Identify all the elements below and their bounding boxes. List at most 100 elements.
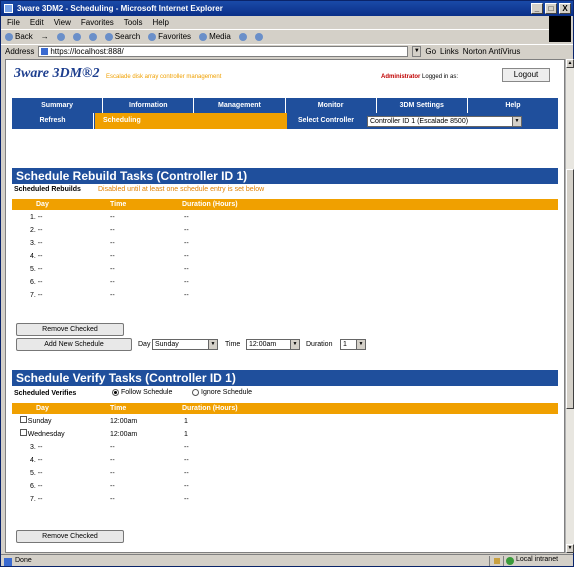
time-select[interactable]: 12:00am ▼ — [246, 339, 300, 350]
refresh-browser-button[interactable] — [72, 30, 81, 43]
table-row: 3. -- -- -- — [12, 238, 558, 250]
nav-summary[interactable]: Summary — [12, 98, 104, 113]
maximize-button[interactable]: □ — [545, 3, 557, 14]
nav-management[interactable]: Management — [194, 98, 286, 113]
address-dropdown-arrow-icon[interactable]: ▼ — [412, 46, 422, 57]
row-time: -- — [110, 279, 115, 286]
day-select[interactable]: Sunday ▼ — [152, 339, 218, 350]
col-duration: Duration (Hours) — [182, 405, 238, 412]
back-button[interactable]: Back — [5, 30, 33, 43]
status-text: Done — [1, 557, 489, 566]
row-day-text: 3. -- — [30, 444, 43, 451]
nav-scheduling[interactable]: Scheduling — [95, 113, 287, 129]
search-button[interactable]: Search — [104, 30, 140, 43]
row-checkbox[interactable] — [20, 429, 27, 436]
stop-button[interactable] — [56, 30, 65, 43]
table-row: 1. Sunday 12:00am 1 — [12, 416, 558, 428]
row-duration: -- — [184, 253, 189, 260]
table-row: 2. -- -- -- — [12, 225, 558, 237]
rebuild-remove-checked-button[interactable]: Remove Checked — [16, 323, 124, 336]
menu-help[interactable]: Help — [152, 16, 168, 29]
row-duration: -- — [184, 266, 189, 273]
add-new-schedule-button[interactable]: Add New Schedule — [16, 338, 132, 351]
day-select-value: Sunday — [155, 341, 179, 348]
row-day: 5. -- — [30, 468, 42, 480]
mail-icon — [254, 32, 263, 41]
search-icon — [104, 32, 113, 41]
row-day-text: 6. -- — [30, 483, 43, 490]
table-row: 2. Wednesday 12:00am 1 — [12, 429, 558, 441]
row-time: -- — [110, 444, 115, 451]
row-day[interactable]: 1. Sunday — [20, 416, 52, 428]
nav-refresh[interactable]: Refresh — [12, 113, 94, 129]
go-button[interactable]: Go — [425, 47, 436, 56]
minimize-button[interactable]: _ — [531, 3, 543, 14]
nav-3dm-settings[interactable]: 3DM Settings — [377, 98, 468, 113]
logged-in-user: Administrator — [381, 74, 421, 80]
chevron-down-icon: ▼ — [290, 340, 299, 349]
nav-information[interactable]: Information — [103, 98, 195, 113]
menu-view[interactable]: View — [54, 16, 71, 29]
media-button[interactable]: Media — [199, 30, 231, 43]
scroll-thumb[interactable] — [566, 169, 574, 409]
row-day-text: 2. -- — [30, 227, 43, 234]
controller-select-value: Controller ID 1 (Escalade 8500) — [370, 118, 469, 125]
home-button[interactable] — [88, 30, 97, 43]
chevron-down-icon: ▼ — [208, 340, 217, 349]
follow-schedule-radio[interactable]: Follow Schedule — [112, 387, 172, 399]
row-day-text: 4. -- — [30, 253, 43, 260]
scroll-up-icon[interactable]: ▲ — [566, 59, 574, 68]
row-day-text: 3. -- — [30, 240, 43, 247]
toolbar: Back → Search Favorites Media — [1, 29, 549, 43]
scroll-down-icon[interactable]: ▼ — [566, 544, 574, 553]
address-label: Address — [5, 47, 35, 56]
col-time: Time — [110, 405, 127, 412]
table-row: 5. -- -- -- — [12, 468, 558, 480]
row-time: -- — [110, 214, 115, 221]
row-duration: -- — [184, 279, 189, 286]
col-duration: Duration (Hours) — [182, 201, 238, 208]
windows-logo-icon — [549, 16, 571, 42]
menu-file[interactable]: File — [7, 16, 20, 29]
duration-select[interactable]: 1 ▼ — [340, 339, 366, 350]
menu-tools[interactable]: Tools — [124, 16, 143, 29]
verify-column-header: Day Time Duration (Hours) — [12, 403, 558, 414]
history-button[interactable] — [238, 30, 247, 43]
forward-button[interactable]: → — [41, 30, 49, 43]
mail-button[interactable] — [254, 30, 263, 43]
address-field[interactable]: https://localhost:888/ — [38, 46, 409, 57]
lock-icon — [489, 555, 503, 566]
row-day: 6. -- — [30, 277, 42, 289]
back-label: Back — [15, 31, 33, 41]
favorites-button[interactable]: Favorites — [148, 30, 191, 43]
menu-edit[interactable]: Edit — [30, 16, 44, 29]
controller-select[interactable]: Controller ID 1 (Escalade 8500) ▼ — [367, 116, 522, 127]
row-day[interactable]: 2. Wednesday — [20, 429, 65, 441]
title-bar: 3ware 3DM2 - Scheduling - Microsoft Inte… — [1, 1, 573, 16]
ignore-schedule-radio[interactable]: Ignore Schedule — [192, 387, 252, 399]
menu-favorites[interactable]: Favorites — [81, 16, 114, 29]
row-day-text: 1. -- — [30, 214, 43, 221]
verify-remove-checked-button[interactable]: Remove Checked — [16, 530, 124, 543]
table-row: 3. -- -- -- — [12, 442, 558, 454]
nav-help[interactable]: Help — [468, 98, 558, 113]
menu-bar: File Edit View Favorites Tools Help — [1, 16, 573, 29]
row-day: 4. -- — [30, 455, 42, 467]
rebuild-disabled-note: Disabled until at least one schedule ent… — [98, 186, 265, 193]
row-day: 3. -- — [30, 442, 42, 454]
links-button[interactable]: Links — [440, 47, 459, 56]
nav-monitor[interactable]: Monitor — [286, 98, 377, 113]
day-label: Day — [138, 341, 151, 348]
logout-button[interactable]: Logout — [502, 68, 550, 82]
row-time: 12:00am — [110, 431, 138, 438]
row-day: 4. -- — [30, 251, 42, 263]
verify-section-title: Schedule Verify Tasks (Controller ID 1) — [12, 370, 558, 386]
page-header: 3ware 3DM®2 Escalade disk array controlle… — [6, 60, 564, 90]
norton-antivirus-button[interactable]: Norton AntiVirus — [463, 47, 521, 56]
row-checkbox[interactable] — [20, 416, 27, 423]
vertical-scrollbar[interactable]: ▲ ▼ — [565, 59, 574, 553]
close-button[interactable]: X — [559, 3, 571, 14]
main-nav: Summary Information Management Monitor 3… — [12, 98, 558, 113]
row-day-text: 7. -- — [30, 292, 43, 299]
time-label: Time — [225, 341, 241, 348]
